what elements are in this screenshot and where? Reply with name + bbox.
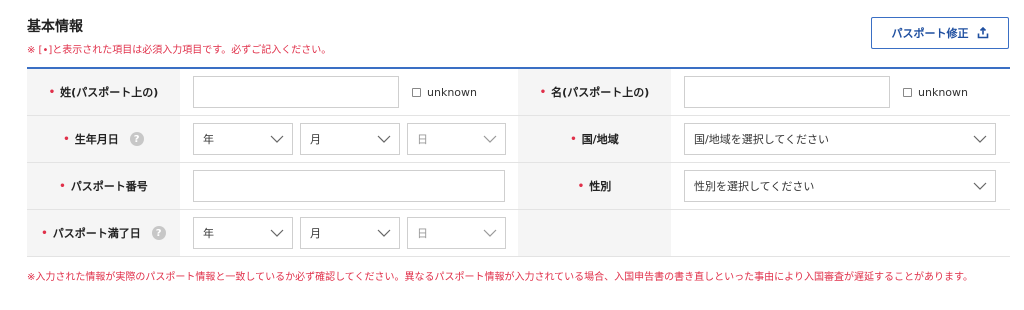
country-label-cell: • 国/地域	[518, 116, 671, 162]
surname-cell: unknown	[180, 69, 518, 115]
form-row-dob-country: • 生年月日 ? 年 月 日 • 国/地域 国/地域を選択してください	[27, 116, 1010, 163]
given-name-input[interactable]	[684, 76, 890, 108]
chevron-down-icon	[377, 135, 391, 143]
help-circle-icon[interactable]: ?	[129, 132, 144, 146]
gender-cell: 性別を選択してください	[671, 163, 1010, 209]
required-notice: ※ [•]と表示された項目は必須入力項目です。必ずご記入ください。	[27, 45, 332, 56]
expiry-label-cell: • パスポート満了日 ?	[27, 210, 180, 256]
passport-no-label-cell: • パスポート番号	[27, 163, 180, 209]
expiry-day-value: 日	[417, 227, 428, 240]
surname-input[interactable]	[193, 76, 399, 108]
country-cell: 国/地域を選択してください	[671, 116, 1010, 162]
chevron-down-icon	[483, 135, 497, 143]
required-mark: •	[59, 180, 66, 192]
chevron-down-icon	[973, 182, 987, 190]
passport-warning-note: ※入力された情報が実際のパスポート情報と一致しているか必ず確認してください。異な…	[27, 272, 973, 283]
dob-day-value: 日	[417, 133, 428, 146]
gender-select-value: 性別を選択してください	[694, 180, 815, 193]
form-row-passport-gender: • パスポート番号 • 性別 性別を選択してください	[27, 163, 1010, 210]
dob-month-select[interactable]: 月	[300, 123, 400, 155]
form-row-names: • 姓(パスポート上の) unknown • 名(パスポート上の) unknow…	[27, 69, 1010, 116]
form-row-expiry: • パスポート満了日 ? 年 月 日	[27, 210, 1010, 257]
chevron-down-icon	[270, 135, 284, 143]
chevron-down-icon	[483, 229, 497, 237]
required-mark: •	[41, 227, 48, 239]
country-select-value: 国/地域を選択してください	[694, 133, 830, 146]
required-mark: •	[539, 86, 547, 98]
surname-unknown-checkbox[interactable]: unknown	[412, 86, 477, 99]
empty-cell	[671, 210, 1010, 256]
country-label: 国/地域	[581, 133, 619, 146]
dob-label: 生年月日	[74, 133, 119, 146]
expiry-month-select[interactable]: 月	[300, 217, 400, 249]
passport-edit-button[interactable]: パスポート修正	[871, 17, 1009, 49]
passport-no-input[interactable]	[193, 170, 505, 202]
dob-label-cell: • 生年月日 ?	[27, 116, 180, 162]
passport-no-cell	[180, 163, 518, 209]
given-name-cell: unknown	[671, 69, 1010, 115]
dob-cell: 年 月 日	[180, 116, 518, 162]
required-mark: •	[48, 86, 56, 98]
required-mark: •	[570, 133, 577, 145]
chevron-down-icon	[270, 229, 284, 237]
gender-label: 性別	[589, 180, 612, 193]
chevron-down-icon	[377, 229, 391, 237]
passport-no-label: パスポート番号	[70, 180, 148, 193]
section-title: 基本情報	[27, 19, 83, 35]
surname-label-cell: • 姓(パスポート上の)	[27, 69, 180, 115]
expiry-day-select[interactable]: 日	[407, 217, 506, 249]
expiry-month-value: 月	[310, 227, 321, 240]
checkbox-box[interactable]	[412, 87, 421, 97]
gender-label-cell: • 性別	[518, 163, 671, 209]
given-name-unknown-checkbox[interactable]: unknown	[903, 86, 968, 99]
expiry-year-value: 年	[203, 227, 214, 240]
expiry-cell: 年 月 日	[180, 210, 518, 256]
dob-year-select[interactable]: 年	[193, 123, 293, 155]
dob-month-value: 月	[310, 133, 321, 146]
dob-year-value: 年	[203, 133, 214, 146]
country-select[interactable]: 国/地域を選択してください	[684, 123, 996, 155]
required-mark: •	[63, 133, 70, 145]
surname-label: 姓(パスポート上の)	[60, 86, 159, 99]
given-name-label-cell: • 名(パスポート上の)	[518, 69, 671, 115]
dob-day-select[interactable]: 日	[407, 123, 506, 155]
surname-unknown-label: unknown	[427, 85, 477, 99]
expiry-year-select[interactable]: 年	[193, 217, 293, 249]
empty-label-cell	[518, 210, 671, 256]
passport-edit-button-label: パスポート修正	[891, 27, 969, 40]
given-name-label: 名(パスポート上の)	[551, 86, 650, 99]
chevron-down-icon	[973, 135, 987, 143]
basic-info-form: • 姓(パスポート上の) unknown • 名(パスポート上の) unknow…	[27, 67, 1010, 257]
checkbox-box[interactable]	[903, 87, 912, 97]
expiry-label: パスポート満了日	[52, 227, 141, 240]
upload-icon	[977, 27, 988, 39]
required-mark: •	[577, 180, 585, 192]
help-circle-icon[interactable]: ?	[151, 226, 166, 240]
gender-select[interactable]: 性別を選択してください	[684, 170, 996, 202]
given-name-unknown-label: unknown	[918, 85, 968, 99]
